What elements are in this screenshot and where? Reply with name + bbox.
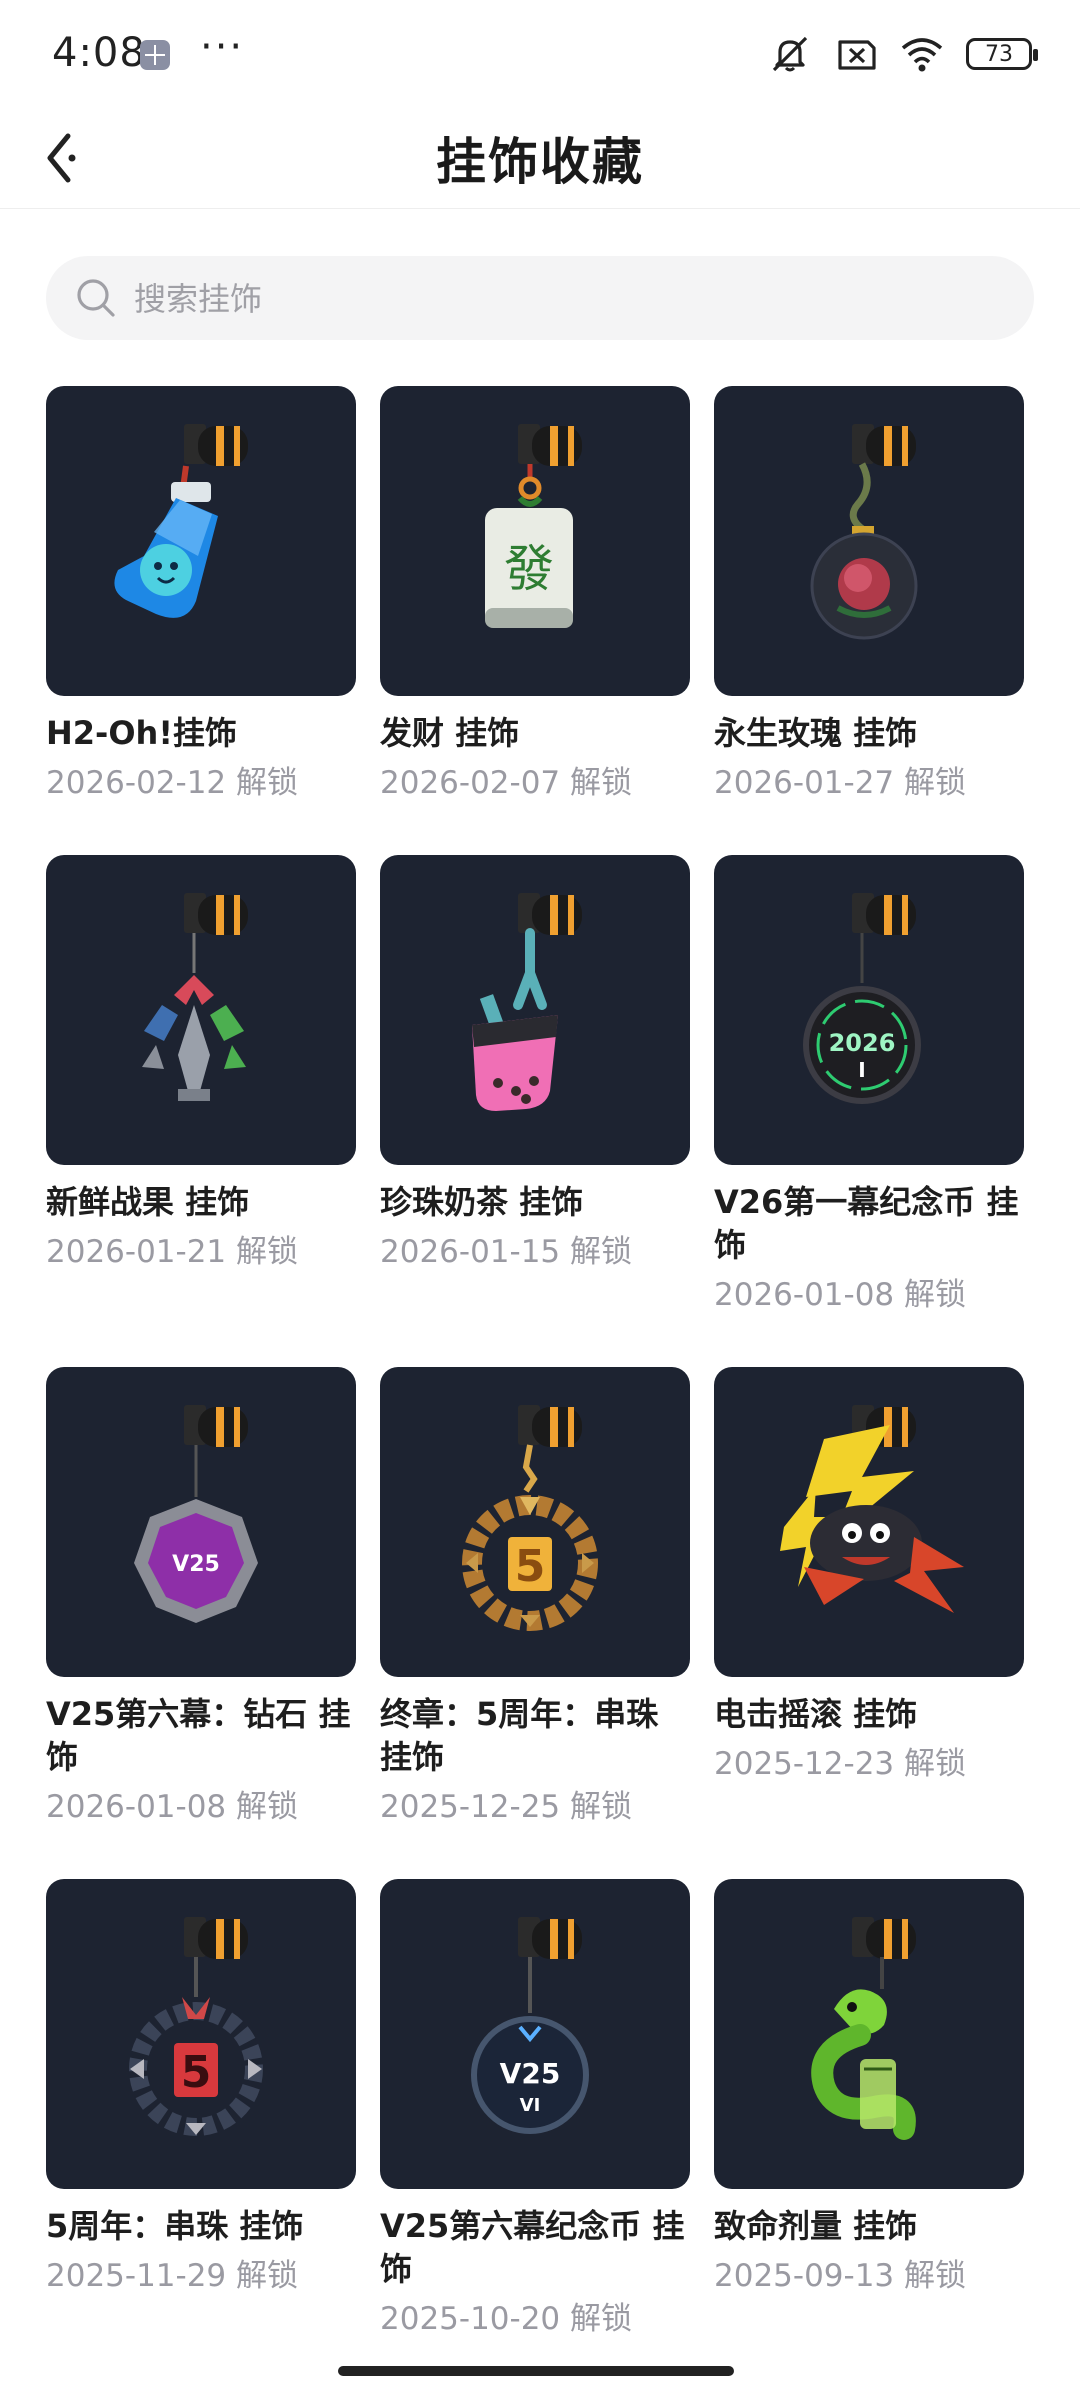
clip-icon xyxy=(184,1917,248,1959)
coin-year-label: 2026 xyxy=(829,1029,896,1057)
charm-thumbnail[interactable] xyxy=(46,855,356,1165)
clip-icon xyxy=(518,424,582,466)
charm-title: V26第一幕纪念币 挂饰 xyxy=(714,1183,1019,1264)
coin-act-label: I xyxy=(858,1058,865,1082)
lightning-rock-charm-icon xyxy=(780,1405,964,1613)
charm-title: H2-Oh!挂饰 xyxy=(46,714,237,752)
clip-icon xyxy=(852,424,916,466)
charm-title: 发财 挂饰 xyxy=(380,714,520,752)
charm-card[interactable]: 5 5周年：串珠 挂饰 2025-11-29 解锁 xyxy=(46,1879,356,2339)
clip-icon xyxy=(518,1917,582,1959)
unlock-date: 2026-01-08 解锁 xyxy=(46,1789,299,1825)
bubble-tea-charm-icon xyxy=(472,893,582,1111)
charm-card[interactable]: 永生玫瑰 挂饰 2026-01-27 解锁 xyxy=(714,386,1024,803)
unlock-date: 2026-01-08 解锁 xyxy=(714,1277,967,1313)
charm-thumbnail[interactable]: V25 VI xyxy=(380,1879,690,2189)
unlock-date: 2025-09-13 解锁 xyxy=(714,2258,967,2294)
charm-title: 5周年：串珠 挂饰 xyxy=(46,2207,304,2245)
fa-char-label: 發 xyxy=(504,540,554,598)
unlock-date: 2026-01-15 解锁 xyxy=(380,1234,633,1270)
charm-thumbnail[interactable] xyxy=(714,1367,1024,1677)
unlock-date: 2026-01-21 解锁 xyxy=(46,1234,299,1270)
mute-icon xyxy=(772,36,808,72)
search-icon xyxy=(77,279,115,317)
battery-icon: 73 xyxy=(966,38,1038,70)
charm-thumbnail[interactable]: 5 xyxy=(380,1367,690,1677)
charm-card[interactable]: 2026 I V26第一幕纪念币 挂饰 2026-01-08 解锁 xyxy=(714,855,1024,1315)
clip-icon xyxy=(184,1405,248,1447)
five-label: 5 xyxy=(515,1541,546,1592)
clip-icon xyxy=(852,1917,916,1959)
charm-card[interactable]: 珍珠奶茶 挂饰 2026-01-15 解锁 xyxy=(380,855,690,1315)
charm-thumbnail[interactable] xyxy=(714,386,1024,696)
unlock-date: 2026-01-27 解锁 xyxy=(714,765,967,801)
charm-thumbnail[interactable]: 5 xyxy=(46,1879,356,2189)
red-bead-5-charm-icon: 5 xyxy=(129,1917,263,2136)
charm-title: 终章：5周年：串珠 挂饰 xyxy=(380,1695,659,1776)
water-bottle-charm-icon xyxy=(114,424,248,618)
charm-title: 珍珠奶茶 挂饰 xyxy=(380,1183,584,1221)
header: 挂饰收藏 xyxy=(0,110,1080,209)
five-label: 5 xyxy=(181,2047,212,2098)
charm-title: V25第六幕纪念币 挂饰 xyxy=(380,2207,685,2288)
search-bar[interactable] xyxy=(46,256,1034,342)
coin-act-label: VI xyxy=(520,2095,541,2116)
v25-label: V25 xyxy=(172,1552,220,1577)
clip-icon xyxy=(518,1405,582,1447)
no-sim-icon xyxy=(838,40,876,70)
coin-v25-charm-icon: V25 VI xyxy=(471,1917,589,2134)
charm-title: 致命剂量 挂饰 xyxy=(714,2207,918,2245)
charm-title: 新鲜战果 挂饰 xyxy=(46,1183,250,1221)
v25-label: V25 xyxy=(500,2057,561,2090)
charm-thumbnail[interactable] xyxy=(46,386,356,696)
status-icons: 73 xyxy=(768,32,1038,76)
charm-card[interactable]: 5 终章：5周年：串珠 挂饰 2025-12-25 解锁 xyxy=(380,1367,690,1827)
more-notifications-icon: ··· xyxy=(200,24,245,70)
charm-thumbnail[interactable] xyxy=(714,1879,1024,2189)
clip-icon xyxy=(184,424,248,466)
clip-icon xyxy=(852,893,916,935)
charm-grid: H2-Oh!挂饰 2026-02-12 解锁 發 发财 挂饰 2026-02-0… xyxy=(46,386,1036,2339)
unlock-date: 2026-02-12 解锁 xyxy=(46,765,299,801)
charm-thumbnail[interactable]: 2026 I xyxy=(714,855,1024,1165)
diamond-v25-charm-icon: V25 xyxy=(134,1405,258,1623)
charm-card[interactable]: 电击摇滚 挂饰 2025-12-23 解锁 xyxy=(714,1367,1024,1827)
charm-collection-page: 4:08 ··· 73 挂饰收藏 搜索挂饰 H2-Oh!挂饰 2026-02-1… xyxy=(0,0,1080,2400)
charm-card[interactable]: 發 发财 挂饰 2026-02-07 解锁 xyxy=(380,386,690,803)
charm-card[interactable]: H2-Oh!挂饰 2026-02-12 解锁 xyxy=(46,386,356,803)
unlock-date: 2025-11-29 解锁 xyxy=(46,2258,299,2294)
charm-thumbnail[interactable] xyxy=(380,855,690,1165)
status-time: 4:08 xyxy=(52,30,146,76)
unlock-date: 2025-12-25 解锁 xyxy=(380,1789,633,1825)
charm-card[interactable]: 新鲜战果 挂饰 2026-01-21 解锁 xyxy=(46,855,356,1315)
gold-bead-5-charm-icon: 5 xyxy=(462,1405,598,1631)
unlock-date: 2025-10-20 解锁 xyxy=(380,2301,633,2337)
charm-thumbnail[interactable]: V25 xyxy=(46,1367,356,1677)
search-input[interactable] xyxy=(132,256,996,342)
wifi-icon xyxy=(901,38,943,72)
coin-2026-charm-icon: 2026 I xyxy=(803,893,921,1104)
mahjong-tile-charm-icon: 發 xyxy=(485,424,582,628)
app-notification-icon xyxy=(140,40,170,70)
charm-card[interactable]: 致命剂量 挂饰 2025-09-13 解锁 xyxy=(714,1879,1024,2339)
charm-title: V25第六幕：钻石 挂饰 xyxy=(46,1695,351,1776)
charm-thumbnail[interactable]: 發 xyxy=(380,386,690,696)
unlock-date: 2025-12-23 解锁 xyxy=(714,1746,967,1782)
unlock-date: 2026-02-07 解锁 xyxy=(380,765,633,801)
rose-charm-icon xyxy=(810,424,918,640)
leaf-trophy-charm-icon xyxy=(142,893,248,1101)
charm-card[interactable]: V25 V25第六幕：钻石 挂饰 2026-01-08 解锁 xyxy=(46,1367,356,1827)
clip-icon xyxy=(184,893,248,935)
status-bar: 4:08 ··· 73 xyxy=(0,0,1080,110)
charm-title: 永生玫瑰 挂饰 xyxy=(714,714,918,752)
page-title: 挂饰收藏 xyxy=(436,133,644,191)
home-indicator[interactable] xyxy=(338,2366,734,2376)
snake-charm-icon xyxy=(811,1917,916,2140)
charm-card[interactable]: V25 VI V25第六幕纪念币 挂饰 2025-10-20 解锁 xyxy=(380,1879,690,2339)
charm-title: 电击摇滚 挂饰 xyxy=(714,1695,918,1733)
